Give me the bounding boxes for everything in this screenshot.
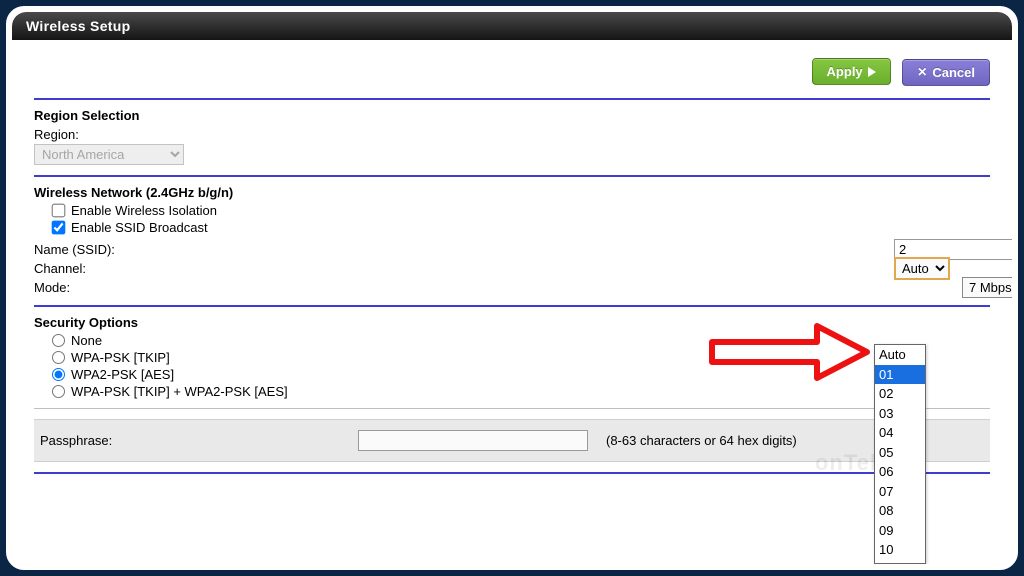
passphrase-label: Passphrase: (40, 433, 340, 448)
channel-option[interactable]: 04 (875, 423, 925, 443)
ssid-label: Name (SSID): (34, 242, 334, 257)
ssid-broadcast-checkbox[interactable] (52, 220, 66, 234)
wireless-section-title: Wireless Network (2.4GHz b/g/n) (34, 185, 990, 200)
close-icon: ✕ (917, 65, 927, 79)
apply-button[interactable]: Apply (812, 58, 891, 85)
ssid-broadcast-label: Enable SSID Broadcast (71, 220, 208, 235)
channel-option[interactable]: Auto (875, 345, 925, 365)
region-label: Region: (34, 127, 184, 142)
channel-dropdown-list[interactable]: Auto0102030405060708091011 (874, 344, 926, 564)
security-none-label: None (71, 333, 102, 348)
region-section-title: Region Selection (34, 108, 990, 123)
channel-select[interactable]: Auto (894, 257, 950, 280)
play-icon (868, 67, 876, 77)
separator (34, 305, 990, 307)
cancel-button[interactable]: ✕ Cancel (902, 59, 990, 86)
security-wpa2-aes-label: WPA2-PSK [AES] (71, 367, 174, 382)
channel-option[interactable]: 06 (875, 462, 925, 482)
separator (34, 175, 990, 177)
window-title-text: Wireless Setup (26, 18, 130, 34)
wireless-isolation-label: Enable Wireless Isolation (71, 203, 217, 218)
channel-option[interactable]: 03 (875, 404, 925, 424)
security-wpa-tkip-label: WPA-PSK [TKIP] (71, 350, 170, 365)
apply-button-label: Apply (827, 64, 863, 79)
separator-thin (34, 408, 990, 409)
cancel-button-label: Cancel (932, 65, 975, 80)
security-mixed-radio[interactable] (52, 385, 65, 398)
channel-label: Channel: (34, 261, 334, 276)
security-wpa2-aes-radio[interactable] (52, 368, 65, 381)
button-bar: Apply ✕ Cancel (34, 54, 990, 96)
separator (34, 472, 990, 474)
channel-option[interactable]: 08 (875, 501, 925, 521)
region-select[interactable]: North America (34, 144, 184, 165)
passphrase-hint: (8-63 characters or 64 hex digits) (606, 433, 797, 448)
security-section-title: Security Options (34, 315, 990, 330)
security-mixed-label: WPA-PSK [TKIP] + WPA2-PSK [AES] (71, 384, 288, 399)
channel-option[interactable]: 11 (875, 560, 925, 564)
separator (34, 98, 990, 100)
channel-option[interactable]: 07 (875, 482, 925, 502)
security-wpa-tkip-radio[interactable] (52, 351, 65, 364)
wireless-isolation-checkbox[interactable] (52, 203, 66, 217)
window-title: Wireless Setup (12, 12, 1012, 40)
channel-option[interactable]: 10 (875, 540, 925, 560)
channel-option[interactable]: 09 (875, 521, 925, 541)
passphrase-input[interactable] (358, 430, 588, 451)
channel-option[interactable]: 01 (875, 365, 925, 385)
channel-option[interactable]: 05 (875, 443, 925, 463)
channel-option[interactable]: 02 (875, 384, 925, 404)
mode-label: Mode: (34, 280, 334, 295)
passphrase-band: Passphrase: (8-63 characters or 64 hex d… (34, 419, 990, 462)
security-none-radio[interactable] (52, 334, 65, 347)
mode-select[interactable]: 7 Mbps (962, 277, 1012, 298)
